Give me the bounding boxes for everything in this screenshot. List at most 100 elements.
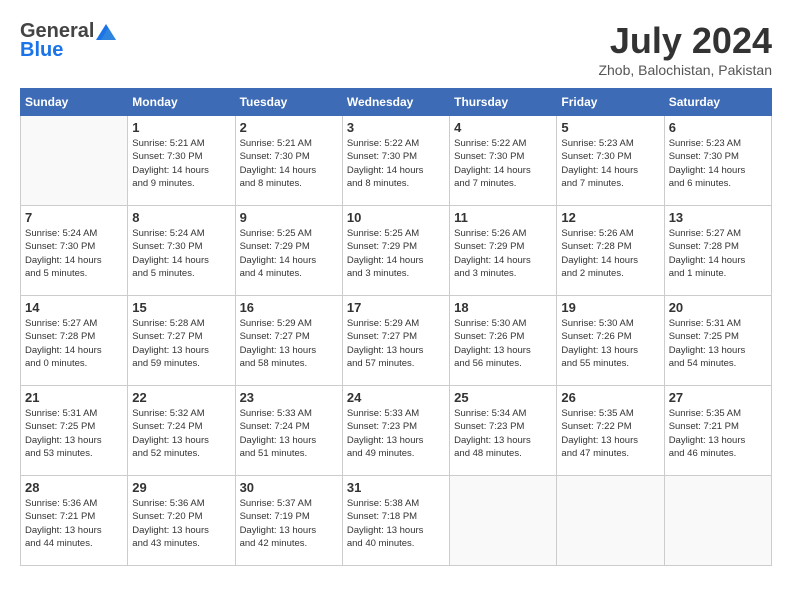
calendar-cell: 20 Sunrise: 5:31 AM Sunset: 7:25 PM Dayli… [664,296,771,386]
day-of-week-header: Saturday [664,89,771,116]
day-number: 15 [132,300,230,315]
day-number: 29 [132,480,230,495]
calendar-cell: 29 Sunrise: 5:36 AM Sunset: 7:20 PM Dayli… [128,476,235,566]
calendar-week-row: 1 Sunrise: 5:21 AM Sunset: 7:30 PM Daylig… [21,116,772,206]
calendar-week-row: 14 Sunrise: 5:27 AM Sunset: 7:28 PM Dayli… [21,296,772,386]
day-of-week-header: Thursday [450,89,557,116]
calendar-cell: 25 Sunrise: 5:34 AM Sunset: 7:23 PM Dayli… [450,386,557,476]
day-info: Sunrise: 5:36 AM Sunset: 7:20 PM Dayligh… [132,497,230,550]
day-info: Sunrise: 5:28 AM Sunset: 7:27 PM Dayligh… [132,317,230,370]
logo-blue-text: Blue [20,39,63,62]
day-number: 5 [561,120,659,135]
day-number: 27 [669,390,767,405]
day-info: Sunrise: 5:26 AM Sunset: 7:29 PM Dayligh… [454,227,552,280]
title-area: July 2024 Zhob, Balochistan, Pakistan [598,20,772,78]
calendar-cell: 31 Sunrise: 5:38 AM Sunset: 7:18 PM Dayli… [342,476,449,566]
day-info: Sunrise: 5:33 AM Sunset: 7:24 PM Dayligh… [240,407,338,460]
calendar-cell: 4 Sunrise: 5:22 AM Sunset: 7:30 PM Daylig… [450,116,557,206]
day-number: 24 [347,390,445,405]
day-info: Sunrise: 5:21 AM Sunset: 7:30 PM Dayligh… [240,137,338,190]
calendar-cell: 30 Sunrise: 5:37 AM Sunset: 7:19 PM Dayli… [235,476,342,566]
calendar-cell: 6 Sunrise: 5:23 AM Sunset: 7:30 PM Daylig… [664,116,771,206]
calendar-header-row: SundayMondayTuesdayWednesdayThursdayFrid… [21,89,772,116]
day-number: 1 [132,120,230,135]
day-info: Sunrise: 5:24 AM Sunset: 7:30 PM Dayligh… [132,227,230,280]
day-info: Sunrise: 5:27 AM Sunset: 7:28 PM Dayligh… [669,227,767,280]
calendar-cell: 28Sunrise: 5:36 AM Sunset: 7:21 PM Dayli… [21,476,128,566]
calendar-cell: 1Sunrise: 5:21 AM Sunset: 7:30 PM Daylig… [128,116,235,206]
day-number: 30 [240,480,338,495]
day-info: Sunrise: 5:29 AM Sunset: 7:27 PM Dayligh… [240,317,338,370]
day-number: 2 [240,120,338,135]
day-info: Sunrise: 5:24 AM Sunset: 7:30 PM Dayligh… [25,227,123,280]
calendar-cell: 8Sunrise: 5:24 AM Sunset: 7:30 PM Daylig… [128,206,235,296]
calendar-cell: 2 Sunrise: 5:21 AM Sunset: 7:30 PM Daylig… [235,116,342,206]
logo-icon [96,24,116,40]
day-number: 7 [25,210,123,225]
calendar-cell [450,476,557,566]
calendar-cell: 18Sunrise: 5:30 AM Sunset: 7:26 PM Dayli… [450,296,557,386]
day-number: 14 [25,300,123,315]
calendar-table: SundayMondayTuesdayWednesdayThursdayFrid… [20,88,772,566]
day-number: 12 [561,210,659,225]
logo: General Blue [20,20,116,62]
day-info: Sunrise: 5:22 AM Sunset: 7:30 PM Dayligh… [454,137,552,190]
day-info: Sunrise: 5:26 AM Sunset: 7:28 PM Dayligh… [561,227,659,280]
day-info: Sunrise: 5:37 AM Sunset: 7:19 PM Dayligh… [240,497,338,550]
calendar-week-row: 28Sunrise: 5:36 AM Sunset: 7:21 PM Dayli… [21,476,772,566]
day-of-week-header: Friday [557,89,664,116]
day-of-week-header: Monday [128,89,235,116]
calendar-cell [557,476,664,566]
day-number: 17 [347,300,445,315]
day-info: Sunrise: 5:35 AM Sunset: 7:21 PM Dayligh… [669,407,767,460]
location-text: Zhob, Balochistan, Pakistan [598,62,772,78]
calendar-cell: 12 Sunrise: 5:26 AM Sunset: 7:28 PM Dayli… [557,206,664,296]
calendar-cell: 15 Sunrise: 5:28 AM Sunset: 7:27 PM Dayli… [128,296,235,386]
calendar-cell: 22 Sunrise: 5:32 AM Sunset: 7:24 PM Dayli… [128,386,235,476]
calendar-cell: 9Sunrise: 5:25 AM Sunset: 7:29 PM Daylig… [235,206,342,296]
day-info: Sunrise: 5:31 AM Sunset: 7:25 PM Dayligh… [25,407,123,460]
day-info: Sunrise: 5:25 AM Sunset: 7:29 PM Dayligh… [347,227,445,280]
day-number: 22 [132,390,230,405]
day-number: 25 [454,390,552,405]
day-number: 16 [240,300,338,315]
day-number: 9 [240,210,338,225]
day-number: 23 [240,390,338,405]
day-number: 6 [669,120,767,135]
calendar-week-row: 7 Sunrise: 5:24 AM Sunset: 7:30 PM Daylig… [21,206,772,296]
calendar-cell: 17 Sunrise: 5:29 AM Sunset: 7:27 PM Dayli… [342,296,449,386]
calendar-week-row: 21 Sunrise: 5:31 AM Sunset: 7:25 PM Dayli… [21,386,772,476]
day-info: Sunrise: 5:35 AM Sunset: 7:22 PM Dayligh… [561,407,659,460]
calendar-cell: 13Sunrise: 5:27 AM Sunset: 7:28 PM Dayli… [664,206,771,296]
day-info: Sunrise: 5:36 AM Sunset: 7:21 PM Dayligh… [25,497,123,550]
day-info: Sunrise: 5:31 AM Sunset: 7:25 PM Dayligh… [669,317,767,370]
calendar-cell: 21 Sunrise: 5:31 AM Sunset: 7:25 PM Dayli… [21,386,128,476]
calendar-cell: 24 Sunrise: 5:33 AM Sunset: 7:23 PM Dayli… [342,386,449,476]
day-info: Sunrise: 5:38 AM Sunset: 7:18 PM Dayligh… [347,497,445,550]
day-info: Sunrise: 5:22 AM Sunset: 7:30 PM Dayligh… [347,137,445,190]
day-number: 20 [669,300,767,315]
day-info: Sunrise: 5:27 AM Sunset: 7:28 PM Dayligh… [25,317,123,370]
day-info: Sunrise: 5:32 AM Sunset: 7:24 PM Dayligh… [132,407,230,460]
day-number: 4 [454,120,552,135]
day-info: Sunrise: 5:23 AM Sunset: 7:30 PM Dayligh… [561,137,659,190]
day-number: 31 [347,480,445,495]
day-info: Sunrise: 5:33 AM Sunset: 7:23 PM Dayligh… [347,407,445,460]
calendar-cell: 16 Sunrise: 5:29 AM Sunset: 7:27 PM Dayli… [235,296,342,386]
calendar-cell: 5 Sunrise: 5:23 AM Sunset: 7:30 PM Daylig… [557,116,664,206]
day-number: 26 [561,390,659,405]
calendar-cell: 27 Sunrise: 5:35 AM Sunset: 7:21 PM Dayli… [664,386,771,476]
page-header: General Blue July 2024 Zhob, Balochistan… [20,20,772,78]
calendar-cell [664,476,771,566]
calendar-cell: 23 Sunrise: 5:33 AM Sunset: 7:24 PM Dayli… [235,386,342,476]
day-number: 21 [25,390,123,405]
day-info: Sunrise: 5:23 AM Sunset: 7:30 PM Dayligh… [669,137,767,190]
day-info: Sunrise: 5:29 AM Sunset: 7:27 PM Dayligh… [347,317,445,370]
day-info: Sunrise: 5:34 AM Sunset: 7:23 PM Dayligh… [454,407,552,460]
day-number: 3 [347,120,445,135]
month-title: July 2024 [598,20,772,62]
day-number: 19 [561,300,659,315]
day-number: 11 [454,210,552,225]
calendar-cell: 14 Sunrise: 5:27 AM Sunset: 7:28 PM Dayli… [21,296,128,386]
calendar-cell: 3 Sunrise: 5:22 AM Sunset: 7:30 PM Daylig… [342,116,449,206]
